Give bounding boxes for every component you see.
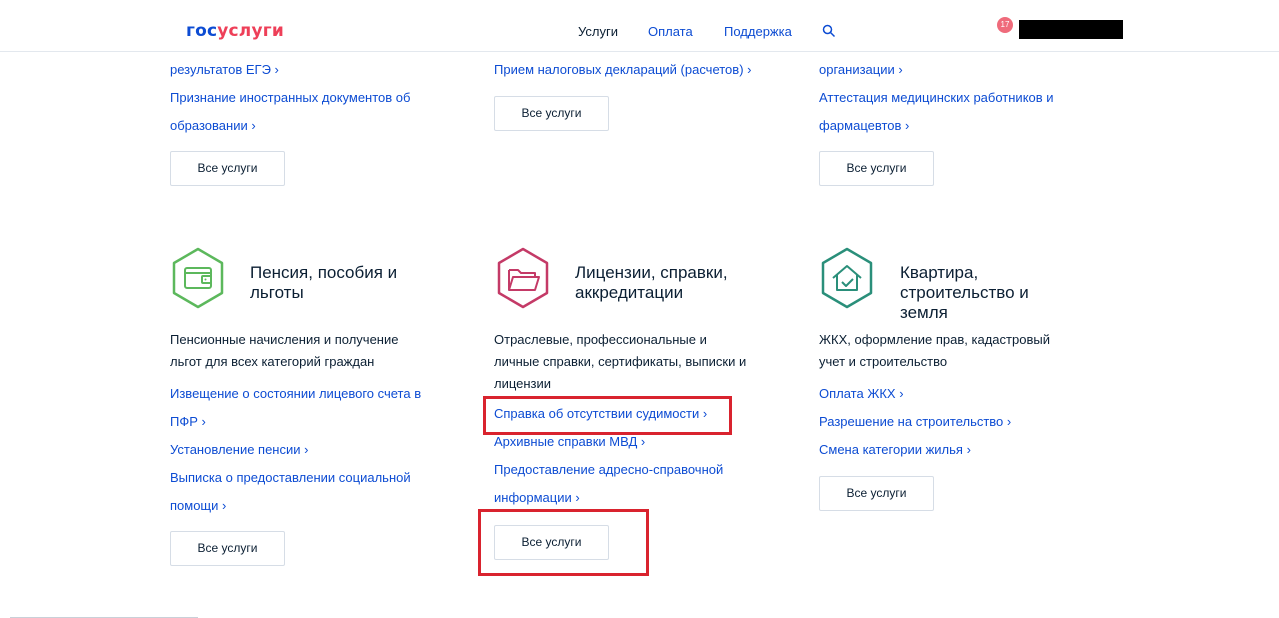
folder-icon [497,247,549,309]
link-pension-establishment[interactable]: Установление пенсии › [170,436,450,464]
user-name-redacted[interactable] [1019,20,1123,39]
top-col-2: Прием налоговых деклараций (расчетов) › [494,56,754,84]
gosuslugi-logo[interactable]: госуслуги [186,21,284,41]
link-construction-permit[interactable]: Разрешение на строительство › [819,408,1099,436]
link-ege-results[interactable]: результатов ЕГЭ › [170,56,430,84]
nav-support[interactable]: Поддержка [724,24,792,40]
link-pharmacists[interactable]: фармацевтов › [819,112,1079,140]
all-services-button-top-3[interactable]: Все услуги [819,151,934,186]
link-address-reference[interactable]: Предоставление адресно-справочной [494,456,774,484]
notification-badge[interactable]: 17 [997,17,1013,33]
category-desc-pension: Пенсионные начисления и получение льгот … [170,332,399,369]
link-housing-payment[interactable]: Оплата ЖКХ › [819,380,1099,408]
link-pfr-account-notice[interactable]: Извещение о состоянии лицевого счета в [170,380,450,408]
all-services-button-pension[interactable]: Все услуги [170,531,285,566]
link-organizations[interactable]: организации › [819,56,1079,84]
category-title-licenses[interactable]: Лицензии, справки, аккредитации [575,263,728,303]
top-col-1: результатов ЕГЭ › Признание иностранных … [170,56,430,140]
link-medical-attestation[interactable]: Аттестация медицинских работников и [819,84,1079,112]
link-tax-declarations[interactable]: Прием налоговых деклараций (расчетов) › [494,56,754,84]
pension-links: Извещение о состоянии лицевого счета в П… [170,380,450,520]
search-icon[interactable] [822,24,836,38]
site-header: госуслуги Услуги Оплата Поддержка 17 [0,0,1279,52]
category-desc-housing: ЖКХ, оформление прав, кадастровый учет и… [819,332,1050,369]
link-foreign-docs[interactable]: Признание иностранных документов об [170,84,430,112]
category-title-housing[interactable]: Квартира, строительство и земля [900,263,1029,323]
link-social-assistance-extract[interactable]: Выписка о предоставлении социальной [170,464,450,492]
nav-oplata[interactable]: Оплата [648,24,693,40]
house-icon [821,247,873,309]
highlight-criminal-record-link [483,396,732,435]
all-services-button-top-1[interactable]: Все услуги [170,151,285,186]
nav-uslugi[interactable]: Услуги [578,24,618,40]
link-information[interactable]: информации › [494,484,774,512]
category-title-pension[interactable]: Пенсия, пособия и льготы [250,263,397,303]
link-education[interactable]: образовании › [170,112,430,140]
link-pfr[interactable]: ПФР › [170,408,450,436]
link-assistance[interactable]: помощи › [170,492,450,520]
all-services-button-top-2[interactable]: Все услуги [494,96,609,131]
wallet-icon [172,247,224,309]
housing-links: Оплата ЖКХ › Разрешение на строительство… [819,380,1099,464]
category-desc-licenses: Отраслевые, профессиональные и личные сп… [494,332,747,391]
link-housing-category-change[interactable]: Смена категории жилья › [819,436,1099,464]
highlight-all-services-button [478,509,649,576]
all-services-button-housing[interactable]: Все услуги [819,476,934,511]
top-col-3: организации › Аттестация медицинских раб… [819,56,1079,140]
